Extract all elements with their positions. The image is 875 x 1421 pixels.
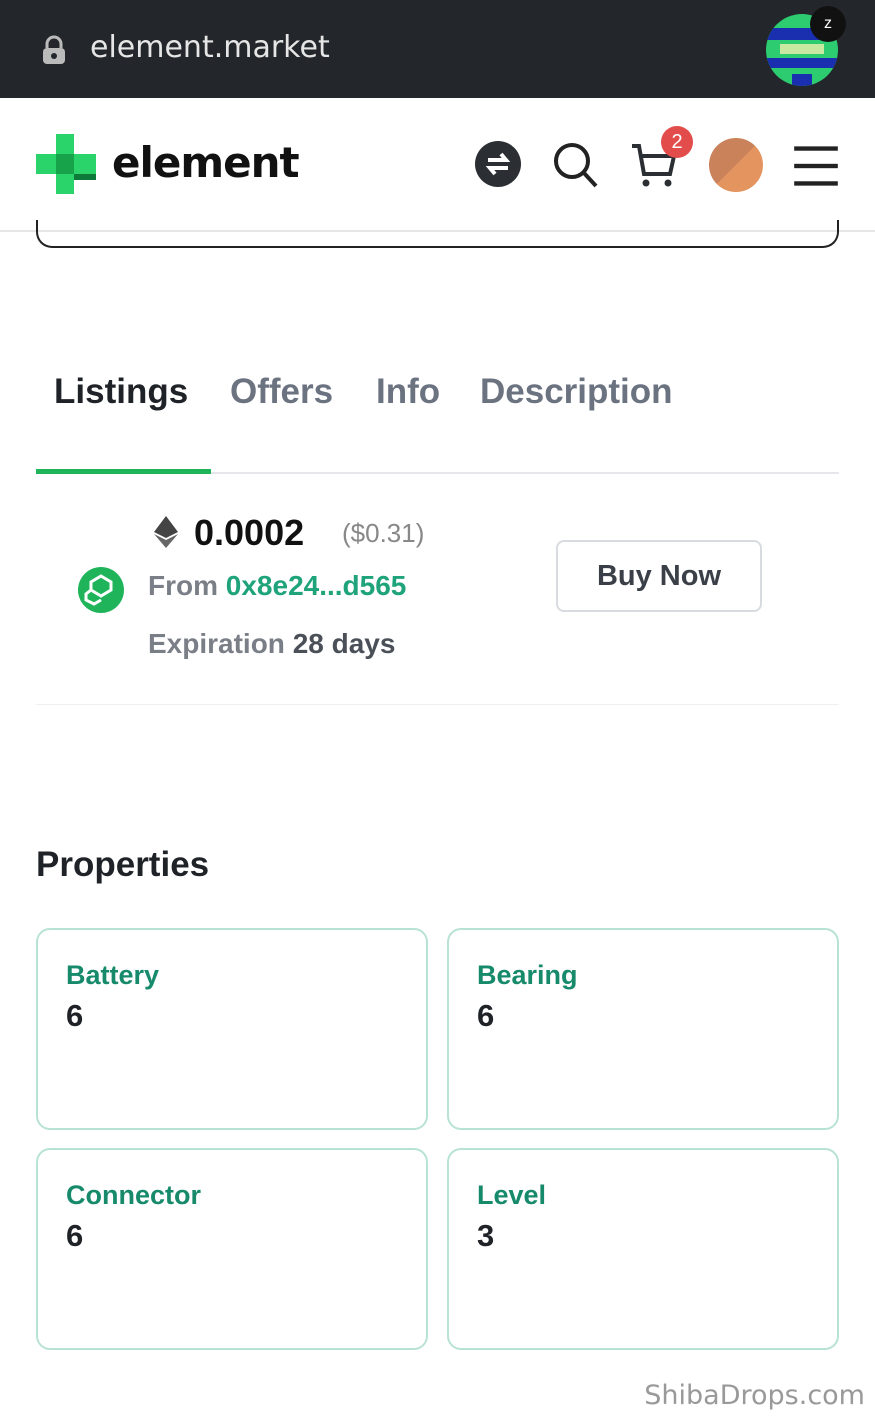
brand-name[interactable]: element [112, 138, 300, 187]
property-key: Level [477, 1180, 547, 1210]
seller-address-link[interactable]: 0x8e24...d565 [226, 570, 407, 601]
site-header: element 2 [0, 98, 875, 232]
url-text[interactable]: element.market [90, 30, 330, 65]
cart-count-badge: 2 [661, 126, 693, 158]
listing-row: 0.0002 ($0.31) From 0x8e24...d565 Expira… [36, 500, 839, 705]
property-card: Level 3 [447, 1148, 839, 1350]
property-value: 6 [66, 1218, 84, 1253]
property-value: 6 [66, 998, 84, 1033]
lock-icon [43, 35, 65, 64]
seller-line: From 0x8e24...d565 [148, 570, 406, 602]
tab-listings[interactable]: Listings [54, 372, 188, 412]
property-card: Connector 6 [36, 1148, 428, 1350]
price: 0.0002 [194, 512, 305, 553]
swap-icon[interactable] [474, 140, 522, 188]
tab-info[interactable]: Info [376, 372, 440, 412]
property-card: Bearing 6 [447, 928, 839, 1130]
listing-tabs: Listings Offers Info Description [36, 360, 839, 474]
eth-icon [154, 516, 178, 548]
watermark: ShibaDrops.com [644, 1380, 865, 1411]
marketplace-icon [78, 567, 124, 613]
expiration-label: Expiration [148, 628, 285, 659]
from-label: From [148, 570, 218, 601]
property-key: Bearing [477, 960, 578, 990]
tab-offers[interactable]: Offers [230, 372, 333, 412]
element-logo-icon[interactable] [34, 132, 98, 196]
expiration-value: 28 days [292, 628, 396, 659]
buy-now-button[interactable]: Buy Now [556, 540, 762, 612]
avatar[interactable] [709, 138, 763, 192]
property-key: Battery [66, 960, 160, 990]
property-value: 3 [477, 1218, 495, 1253]
search-icon[interactable] [551, 140, 599, 188]
tab-description[interactable]: Description [480, 372, 673, 412]
properties-heading: Properties [36, 845, 210, 884]
browser-bar: element.market z [0, 0, 875, 98]
card-bottom-edge [36, 220, 839, 248]
price-usd: ($0.31) [342, 518, 425, 548]
property-card: Battery 6 [36, 928, 428, 1130]
expiration-line: Expiration 28 days [148, 628, 395, 660]
property-key: Connector [66, 1180, 201, 1210]
menu-icon[interactable] [792, 142, 840, 190]
tab-badge: z [810, 6, 846, 42]
property-value: 6 [477, 998, 495, 1033]
active-tab-indicator [36, 469, 211, 474]
